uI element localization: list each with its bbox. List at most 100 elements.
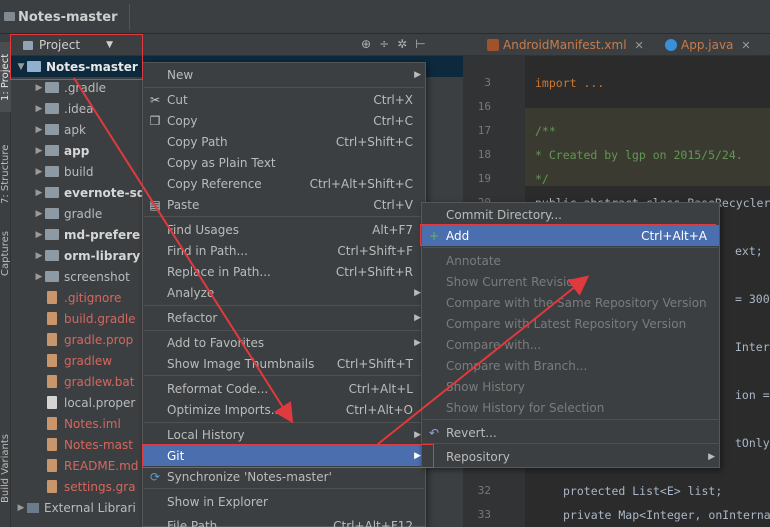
menu-item-cut[interactable]: ✂ Cut Ctrl+X xyxy=(143,89,425,110)
class-icon xyxy=(665,39,677,51)
submenu-arrow-icon: ▶ xyxy=(708,451,715,462)
folder-icon xyxy=(45,124,59,135)
menu-item-shortcut: Ctrl+Alt+Shift+C xyxy=(309,176,413,191)
menu-item-shortcut: Ctrl+C xyxy=(373,113,413,128)
expand-icon[interactable]: ▼ xyxy=(15,62,27,72)
tree-item-label: settings.gra xyxy=(64,479,136,494)
project-view-dropdown[interactable]: Project ▼ xyxy=(13,34,143,56)
collapse-arrow-icon[interactable]: ▶ xyxy=(33,125,45,135)
code-line[interactable]: Interpol xyxy=(735,340,770,354)
code-line[interactable]: tOnly = xyxy=(735,436,770,450)
menu-item-file-path[interactable]: File Path Ctrl+Alt+F12 xyxy=(143,515,425,527)
tab-android-manifest[interactable]: AndroidManifest.xml ✕ xyxy=(487,34,644,56)
menu-item-show-in-explorer[interactable]: Show in Explorer xyxy=(143,491,425,512)
collapse-arrow-icon[interactable]: ▶ xyxy=(33,104,45,114)
code-line[interactable]: */ xyxy=(535,172,549,186)
menu-item-copy-reference[interactable]: Copy Reference Ctrl+Alt+Shift+C xyxy=(143,173,425,194)
menu-item-analyze[interactable]: Analyze ▶ xyxy=(143,282,425,303)
menu-item-local-history[interactable]: Local History ▶ xyxy=(143,424,425,445)
build-variants-tool-tab[interactable]: Build Variants xyxy=(0,424,11,514)
gear-icon[interactable]: ✲ xyxy=(397,37,407,51)
folder-icon xyxy=(45,208,59,219)
code-line[interactable]: * Created by lgp on 2015/5/24. xyxy=(535,148,743,162)
left-tool-strip: 1: Project 7: Structure Captures Build V… xyxy=(0,34,11,527)
file-icon xyxy=(47,291,57,304)
collapse-arrow-icon[interactable]: ▶ xyxy=(33,209,45,219)
collapse-icon[interactable]: ÷ xyxy=(379,37,389,51)
menu-item-compare-with-the-same-repository-version: Compare with the Same Repository Version xyxy=(422,292,719,313)
menu-item-synchronize-notes-master[interactable]: ⟳ Synchronize 'Notes-master' xyxy=(143,466,425,487)
line-number: 18 xyxy=(477,148,491,161)
project-tool-tab[interactable]: 1: Project xyxy=(0,42,11,112)
menu-item-label: Show History xyxy=(446,379,525,394)
structure-tool-tab[interactable]: 7: Structure xyxy=(0,134,11,214)
menu-item-label: File Path xyxy=(167,518,218,527)
menu-item-find-in-path[interactable]: Find in Path... Ctrl+Shift+F xyxy=(143,240,425,261)
close-icon[interactable]: ✕ xyxy=(635,39,644,52)
collapse-arrow-icon[interactable]: ▶ xyxy=(33,272,45,282)
menu-item-find-usages[interactable]: Find Usages Alt+F7 xyxy=(143,219,425,240)
line-number: 17 xyxy=(477,124,491,137)
line-number: 33 xyxy=(477,508,491,521)
tree-item-label: README.md xyxy=(64,458,139,473)
line-number: 32 xyxy=(477,484,491,497)
collapse-arrow-icon[interactable]: ▶ xyxy=(33,230,45,240)
tree-item-label: External Librari xyxy=(44,500,136,515)
code-line[interactable]: = 300; xyxy=(735,292,770,306)
menu-item-label: Add xyxy=(446,228,470,243)
menu-item-replace-in-path[interactable]: Replace in Path... Ctrl+Shift+R xyxy=(143,261,425,282)
collapse-arrow-icon[interactable]: ▶ xyxy=(33,167,45,177)
collapse-arrow-icon[interactable]: ▶ xyxy=(33,251,45,261)
tab-app-java[interactable]: App.java ✕ xyxy=(665,34,751,56)
collapse-arrow-icon[interactable]: ▶ xyxy=(33,146,45,156)
tree-item-label: orm-library xyxy=(64,248,141,263)
menu-item-git[interactable]: Git ▶ xyxy=(143,445,425,466)
menu-item-copy[interactable]: ❐ Copy Ctrl+C xyxy=(143,110,425,131)
collapse-arrow-icon[interactable]: ▶ xyxy=(15,503,27,513)
menu-item-repository[interactable]: Repository ▶ xyxy=(422,446,719,467)
close-icon[interactable]: ✕ xyxy=(741,39,750,52)
menu-item-label: Copy Reference xyxy=(167,176,262,191)
code-line[interactable]: ion = -1 xyxy=(735,388,770,402)
tree-item-label: local.proper xyxy=(64,395,136,410)
menu-item-add-to-favorites[interactable]: Add to Favorites ▶ xyxy=(143,332,425,353)
menu-item-revert[interactable]: ↶ Revert... xyxy=(422,422,719,443)
menu-item-refactor[interactable]: Refactor ▶ xyxy=(143,307,425,328)
folder-icon xyxy=(45,271,59,282)
chevron-down-icon: ▼ xyxy=(106,40,113,50)
menu-item-show-image-thumbnails[interactable]: Show Image Thumbnails Ctrl+Shift+T xyxy=(143,353,425,374)
menu-item-optimize-imports[interactable]: Optimize Imports... Ctrl+Alt+O xyxy=(143,399,425,420)
submenu-arrow-icon: ▶ xyxy=(414,312,421,323)
menu-item-reformat-code[interactable]: Reformat Code... Ctrl+Alt+L xyxy=(143,378,425,399)
code-line[interactable]: private Map<Integer, onInterna xyxy=(563,508,770,522)
menu-item-paste[interactable]: ▤ Paste Ctrl+V xyxy=(143,194,425,215)
menu-item-copy-path[interactable]: Copy Path Ctrl+Shift+C xyxy=(143,131,425,152)
menu-item-label: Compare with Branch... xyxy=(446,358,588,373)
tab-label: AndroidManifest.xml xyxy=(503,38,627,52)
captures-tool-tab[interactable]: Captures xyxy=(0,224,11,284)
menu-item-add[interactable]: + Add Ctrl+Alt+A xyxy=(422,225,719,246)
collapse-arrow-icon[interactable]: ▶ xyxy=(33,83,45,93)
menu-item-commit-directory[interactable]: Commit Directory... xyxy=(422,204,719,225)
sync-icon: ⟳ xyxy=(149,469,161,484)
project-title[interactable]: Notes-master xyxy=(18,10,117,25)
code-line[interactable]: import ... xyxy=(535,76,604,90)
code-line[interactable]: /** xyxy=(535,124,556,138)
menu-separator xyxy=(144,216,424,217)
menu-separator xyxy=(423,419,718,420)
menu-item-new[interactable]: New ▶ xyxy=(143,64,425,85)
code-line[interactable]: protected List<E> list; xyxy=(563,484,722,498)
hide-panel-icon[interactable]: ⊢ xyxy=(415,37,425,51)
code-line[interactable]: ext; xyxy=(735,244,763,258)
collapse-arrow-icon[interactable]: ▶ xyxy=(33,188,45,198)
menu-item-label: Paste xyxy=(167,197,200,212)
menu-item-label: Find in Path... xyxy=(167,243,248,258)
menu-item-copy-as-plain-text[interactable]: Copy as Plain Text xyxy=(143,152,425,173)
tree-item-label: md-prefere xyxy=(64,227,141,242)
project-view-label: Project xyxy=(39,38,81,52)
menu-item-shortcut: Ctrl+V xyxy=(373,197,413,212)
menu-item-label: Add to Favorites xyxy=(167,335,265,350)
menu-item-label: Show History for Selection xyxy=(446,400,605,415)
target-icon[interactable]: ⊕ xyxy=(361,37,371,51)
file-icon xyxy=(47,459,57,472)
